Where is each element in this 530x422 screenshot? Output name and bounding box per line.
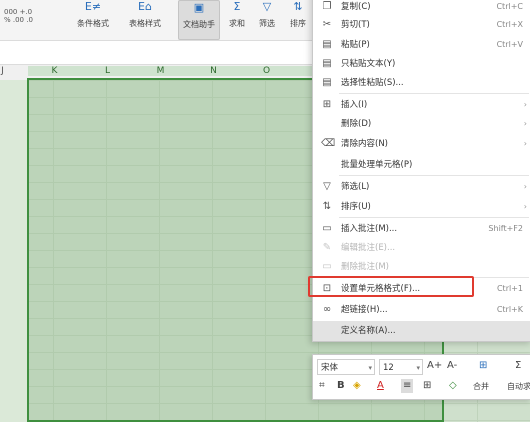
menu-item-sort[interactable]: ⇅ 排序(U) › [313, 197, 530, 217]
menu-separator [339, 217, 529, 218]
merge-button[interactable]: 合并 [473, 381, 489, 392]
menu-item-insert-comment[interactable]: ▭ 插入批注(M)... Shift+F2 [313, 219, 530, 239]
doc-assistant-button[interactable]: ▣ 文档助手 [178, 0, 220, 40]
grow-font-button[interactable]: A+ [427, 359, 442, 373]
sum-icon: Σ [233, 0, 241, 13]
paste-special-icon: ▤ [322, 77, 332, 88]
font-color-button[interactable]: A [377, 379, 384, 393]
menu-item-paste[interactable]: ▤ 粘贴(P) Ctrl+V [313, 35, 530, 55]
fill-color-button[interactable]: ◈ [353, 379, 361, 393]
highlight-annotation [308, 276, 474, 297]
bold-button[interactable]: B [337, 379, 345, 393]
sum-button[interactable]: Σ 求和 [224, 0, 250, 38]
sort-button[interactable]: ⇅ 排序 [286, 0, 310, 38]
font-name-select[interactable]: 宋体 ▾ [317, 359, 375, 375]
submenu-arrow-icon: › [523, 100, 527, 109]
menu-item-batch-process[interactable]: 批量处理单元格(P) [313, 155, 530, 175]
shrink-font-button[interactable]: A- [447, 359, 457, 373]
number-format-group[interactable]: 000 +.0 % .00 .0 [4, 8, 33, 24]
font-size-select[interactable]: 12 ▾ [379, 359, 423, 375]
menu-item-edit-comment: ✎ 编辑批注(E)... [313, 238, 530, 258]
cut-icon: ✂ [322, 19, 332, 30]
submenu-arrow-icon: › [523, 182, 527, 191]
column-header-k[interactable]: K [28, 66, 81, 76]
edit-comment-icon: ✎ [322, 242, 332, 253]
submenu-arrow-icon: › [523, 202, 527, 211]
submenu-arrow-icon: › [523, 119, 527, 128]
submenu-arrow-icon: › [523, 139, 527, 148]
sort-icon: ⇅ [322, 201, 332, 212]
paste-text-icon: ▤ [322, 58, 332, 69]
menu-item-cut[interactable]: ✂ 剪切(T) Ctrl+X [313, 15, 530, 35]
menu-separator [339, 93, 529, 94]
menu-item-define-name[interactable]: 定义名称(A)... [313, 321, 530, 341]
doc-assistant-icon: ▣ [193, 1, 205, 14]
border-button[interactable]: ⊞ [423, 379, 431, 393]
menu-separator [339, 175, 529, 176]
menu-item-paste-special[interactable]: ▤ 选择性粘贴(S)... [313, 73, 530, 93]
sort-icon: ⇅ [293, 0, 303, 13]
column-header-l[interactable]: L [81, 66, 134, 76]
paste-icon: ▤ [322, 39, 332, 50]
insert-comment-icon: ▭ [322, 223, 332, 234]
autosum-icon: Σ [515, 360, 522, 371]
insert-icon: ⊞ [322, 99, 332, 110]
column-header-n[interactable]: N [187, 66, 240, 76]
column-header-j[interactable]: J [0, 66, 29, 76]
unselected-column-j[interactable] [0, 80, 28, 422]
column-header-o[interactable]: O [240, 66, 293, 76]
filter-icon: ▽ [262, 0, 272, 13]
menu-item-paste-text[interactable]: ▤ 只粘贴文本(Y) [313, 54, 530, 74]
delete-comment-icon: ▭ [322, 261, 332, 272]
filter-icon: ▽ [323, 181, 331, 192]
conditional-format-button[interactable]: E≠ 条件格式 [70, 0, 116, 38]
chevron-down-icon: ▾ [416, 364, 420, 372]
menu-item-filter[interactable]: ▽ 筛选(L) › [313, 177, 530, 197]
table-style-icon: E⌂ [138, 0, 152, 13]
format-painter-icon[interactable]: ⌗ [319, 379, 325, 393]
menu-item-insert[interactable]: ⊞ 插入(I) › [313, 95, 530, 115]
chevron-down-icon: ▾ [368, 364, 372, 372]
merge-icon: ⊞ [479, 360, 488, 371]
filter-button[interactable]: ▽ 筛选 [254, 0, 280, 38]
clear-icon: ⌫ [321, 138, 336, 149]
menu-item-delete[interactable]: 删除(D) › [313, 114, 530, 134]
clear-format-icon[interactable]: ◇ [449, 379, 457, 393]
table-style-button[interactable]: E⌂ 表格样式 [120, 0, 170, 38]
menu-item-hyperlink[interactable]: ∞ 超链接(H)... Ctrl+K [313, 300, 530, 320]
conditional-format-icon: E≠ [84, 0, 102, 13]
menu-item-clear[interactable]: ⌫ 清除内容(N) › [313, 134, 530, 154]
hyperlink-icon: ∞ [322, 304, 332, 315]
align-center-button[interactable]: ≡ [401, 379, 414, 393]
mini-format-toolbar: 宋体 ▾ 12 ▾ A+ A- ⊞ Σ ⌗ B ◈ A ≡ ⊞ ◇ 合并 自动求 [312, 354, 530, 400]
menu-item-delete-comment: ▭ 删除批注(M) [313, 257, 530, 277]
autosum-button[interactable]: 自动求 [507, 381, 530, 392]
column-header-m[interactable]: M [134, 66, 187, 76]
